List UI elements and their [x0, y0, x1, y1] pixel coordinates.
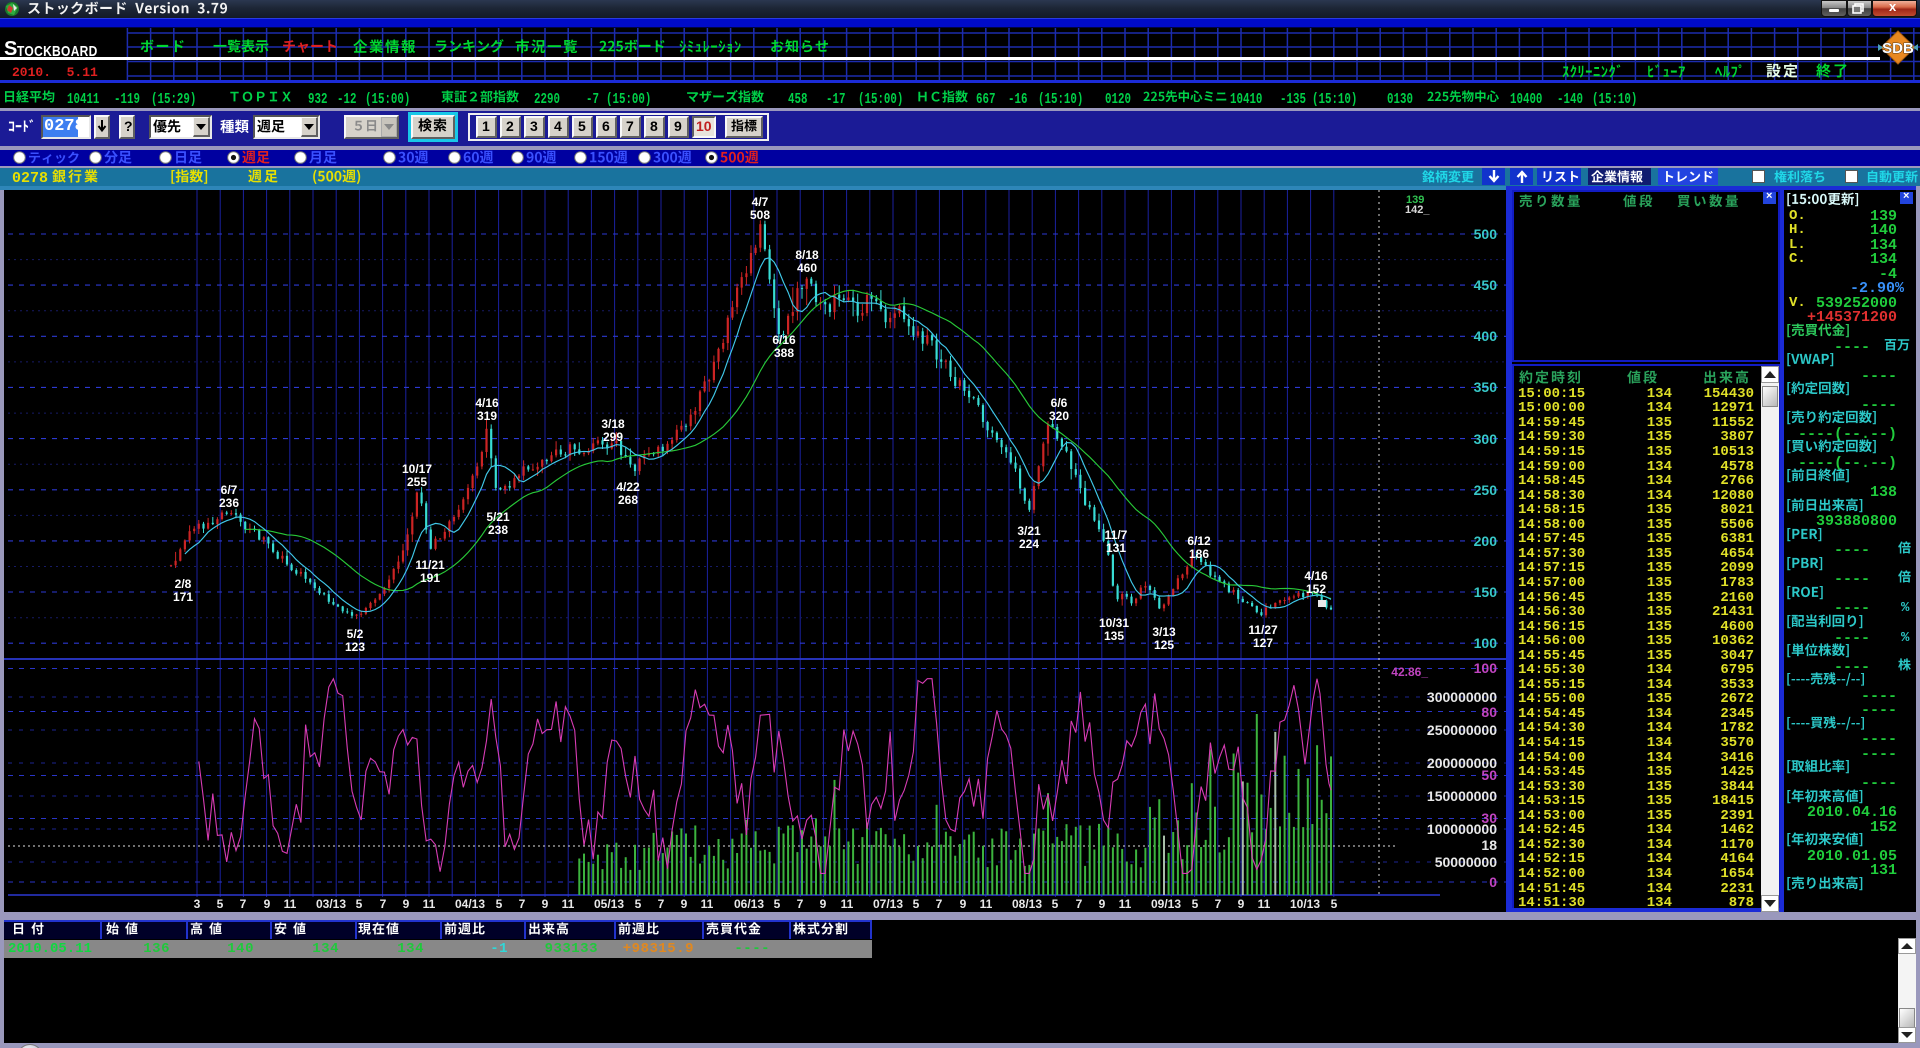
svg-text:7: 7 [519, 897, 526, 911]
svg-text:123: 123 [345, 640, 365, 654]
svg-text:11: 11 [1119, 897, 1132, 911]
svg-text:7: 7 [658, 897, 665, 911]
svg-text:127: 127 [1253, 636, 1273, 650]
svg-text:238: 238 [488, 523, 508, 537]
svg-text:320: 320 [1049, 409, 1069, 423]
svg-text:4/7: 4/7 [752, 195, 769, 209]
svg-text:07/13: 07/13 [873, 897, 903, 911]
svg-text:08/13: 08/13 [1012, 897, 1042, 911]
svg-text:400: 400 [1474, 328, 1498, 344]
svg-text:9: 9 [820, 897, 827, 911]
svg-text:4/22: 4/22 [616, 480, 640, 494]
svg-text:11: 11 [284, 897, 297, 911]
svg-text:9: 9 [1099, 897, 1106, 911]
svg-text:7: 7 [936, 897, 943, 911]
svg-text:152: 152 [1306, 582, 1326, 596]
svg-text:5: 5 [774, 897, 781, 911]
svg-text:3/18: 3/18 [601, 417, 625, 431]
svg-text:4/16: 4/16 [475, 396, 499, 410]
svg-text:5: 5 [913, 897, 920, 911]
svg-text:03/13: 03/13 [316, 897, 346, 911]
svg-text:09/13: 09/13 [1151, 897, 1181, 911]
svg-text:10/13: 10/13 [1290, 897, 1320, 911]
svg-text:5/21: 5/21 [486, 510, 510, 524]
svg-text:9: 9 [960, 897, 967, 911]
svg-text:255: 255 [407, 475, 427, 489]
svg-text:142_: 142_ [1405, 204, 1430, 216]
svg-text:5: 5 [217, 897, 224, 911]
svg-text:11: 11 [1258, 897, 1271, 911]
svg-text:186: 186 [1189, 547, 1209, 561]
svg-text:460: 460 [797, 261, 817, 275]
svg-text:11/27: 11/27 [1248, 623, 1278, 637]
svg-text:7: 7 [240, 897, 247, 911]
svg-text:125: 125 [1154, 638, 1174, 652]
svg-text:319: 319 [477, 409, 497, 423]
svg-text:7: 7 [797, 897, 804, 911]
svg-text:5: 5 [1331, 897, 1338, 911]
svg-text:6/12: 6/12 [1187, 534, 1211, 548]
svg-text:SDB: SDB [1882, 40, 1914, 57]
svg-text:236: 236 [219, 496, 239, 510]
svg-text:224: 224 [1019, 537, 1039, 551]
svg-text:8/18: 8/18 [795, 248, 819, 262]
svg-text:388: 388 [774, 346, 794, 360]
svg-text:6/7: 6/7 [221, 483, 238, 497]
svg-text:4/16: 4/16 [1304, 569, 1328, 583]
svg-text:135: 135 [1104, 629, 1124, 643]
svg-text:5: 5 [635, 897, 642, 911]
svg-text:2/8: 2/8 [175, 577, 192, 591]
svg-text:06/13: 06/13 [734, 897, 764, 911]
svg-text:500: 500 [1474, 226, 1498, 242]
svg-text:5: 5 [1052, 897, 1059, 911]
svg-text:5/2: 5/2 [347, 627, 364, 641]
svg-text:11/7: 11/7 [1105, 528, 1128, 542]
svg-text:11: 11 [562, 897, 575, 911]
svg-text:9: 9 [403, 897, 410, 911]
svg-text:10/17: 10/17 [402, 462, 432, 476]
svg-text:5: 5 [496, 897, 503, 911]
svg-text:9: 9 [264, 897, 271, 911]
svg-text:450: 450 [1474, 277, 1498, 293]
svg-text:7: 7 [1076, 897, 1083, 911]
svg-text:11: 11 [701, 897, 714, 911]
svg-text:3/13: 3/13 [1152, 625, 1176, 639]
svg-text:6/6: 6/6 [1051, 396, 1068, 410]
svg-text:5: 5 [356, 897, 363, 911]
svg-text:7: 7 [1215, 897, 1222, 911]
svg-text:11: 11 [841, 897, 854, 911]
svg-text:11/21: 11/21 [415, 558, 445, 572]
svg-text:6/16: 6/16 [772, 333, 796, 347]
svg-text:7: 7 [380, 897, 387, 911]
svg-text:9: 9 [542, 897, 549, 911]
svg-text:299: 299 [603, 430, 623, 444]
svg-text:131: 131 [1106, 541, 1126, 555]
svg-text:10/31: 10/31 [1099, 616, 1129, 630]
svg-text:171: 171 [173, 590, 193, 604]
svg-text:5: 5 [1192, 897, 1199, 911]
svg-text:11: 11 [980, 897, 993, 911]
svg-text:04/13: 04/13 [455, 897, 485, 911]
svg-text:9: 9 [1238, 897, 1245, 911]
svg-text:9: 9 [681, 897, 688, 911]
svg-text:3/21: 3/21 [1017, 524, 1041, 538]
svg-text:11: 11 [423, 897, 436, 911]
svg-text:3: 3 [194, 897, 201, 911]
svg-text:191: 191 [420, 571, 440, 585]
svg-text:508: 508 [750, 208, 770, 222]
svg-text:268: 268 [618, 493, 638, 507]
svg-text:05/13: 05/13 [594, 897, 624, 911]
